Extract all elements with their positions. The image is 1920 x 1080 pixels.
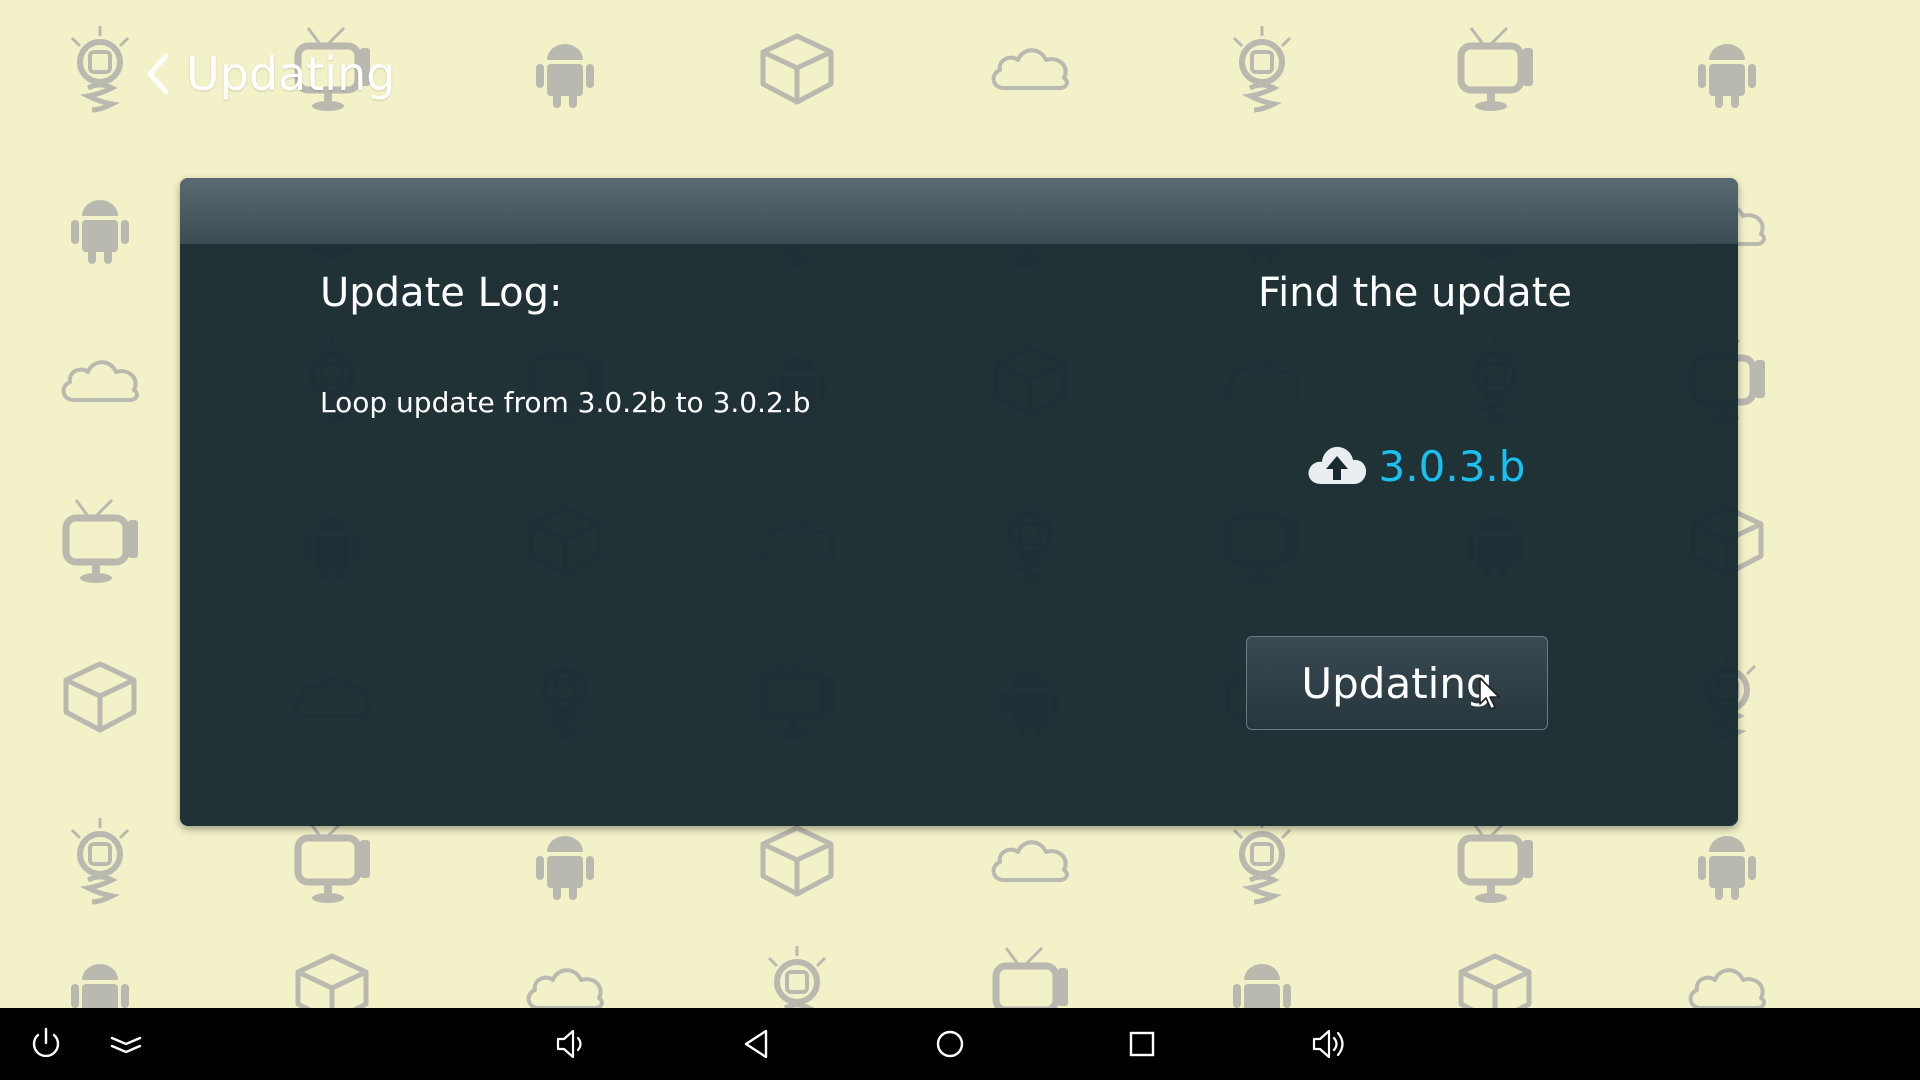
tv-icon [294,818,370,903]
screen: Updating Update Log: Loop update from 3.… [0,0,1920,1080]
tv-icon [1912,650,1920,746]
cloud-icon [991,48,1069,90]
android-icon [1912,334,1920,430]
update-dialog: Update Log: Loop update from 3.0.2b to 3… [180,178,1738,826]
mouse-cursor-icon [1479,677,1500,710]
app-header: Updating [140,42,395,106]
tv-icon [1457,26,1533,111]
version-row: 3.0.3.b [1252,440,1578,492]
box-icon [760,33,834,105]
android-icon [1698,836,1756,900]
back-nav-button[interactable] [734,1020,782,1068]
chevron-left-icon [147,53,169,95]
cloud-upload-icon [1305,440,1369,492]
lightbulb-icon [70,818,130,905]
cloud-icon [991,840,1069,882]
dialog-header-bar [180,178,1738,244]
power-button[interactable] [22,1020,70,1068]
tv-icon [62,498,138,583]
cloud-icon [1912,494,1920,590]
recents-square-icon [1129,1031,1155,1057]
volume-down-icon [556,1029,582,1059]
update-log-title: Update Log: [320,270,563,316]
box-icon [760,825,834,897]
power-icon [32,1027,60,1058]
android-icon [71,200,129,264]
recents-nav-button[interactable] [1118,1020,1166,1068]
lightbulb-icon [1232,818,1292,905]
volume-up-icon [1312,1029,1344,1059]
find-update-title: Find the update [1258,270,1572,316]
tv-icon [1457,818,1533,903]
back-button[interactable] [140,50,176,98]
version-number: 3.0.3.b [1378,441,1526,491]
collapse-button[interactable] [102,1020,150,1068]
volume-up-button[interactable] [1306,1020,1354,1068]
box-icon [1912,814,1920,910]
back-triangle-icon [744,1029,768,1059]
system-navigation-bar [0,1008,1920,1080]
lightbulb-icon [1232,26,1292,113]
collapse-icon [110,1036,142,1054]
update-log-text: Loop update from 3.0.2b to 3.0.2.b [320,386,811,419]
lightbulb-icon [70,26,130,113]
volume-down-button[interactable] [548,1020,596,1068]
page-title: Updating [186,47,396,101]
android-icon [536,836,594,900]
box-icon [63,661,137,733]
box-icon [1912,22,1920,118]
android-icon [1698,44,1756,108]
android-icon [536,44,594,108]
lightbulb-icon [1912,178,1920,274]
home-circle-icon [936,1030,964,1058]
cloud-icon [61,360,139,402]
home-nav-button[interactable] [926,1020,974,1068]
